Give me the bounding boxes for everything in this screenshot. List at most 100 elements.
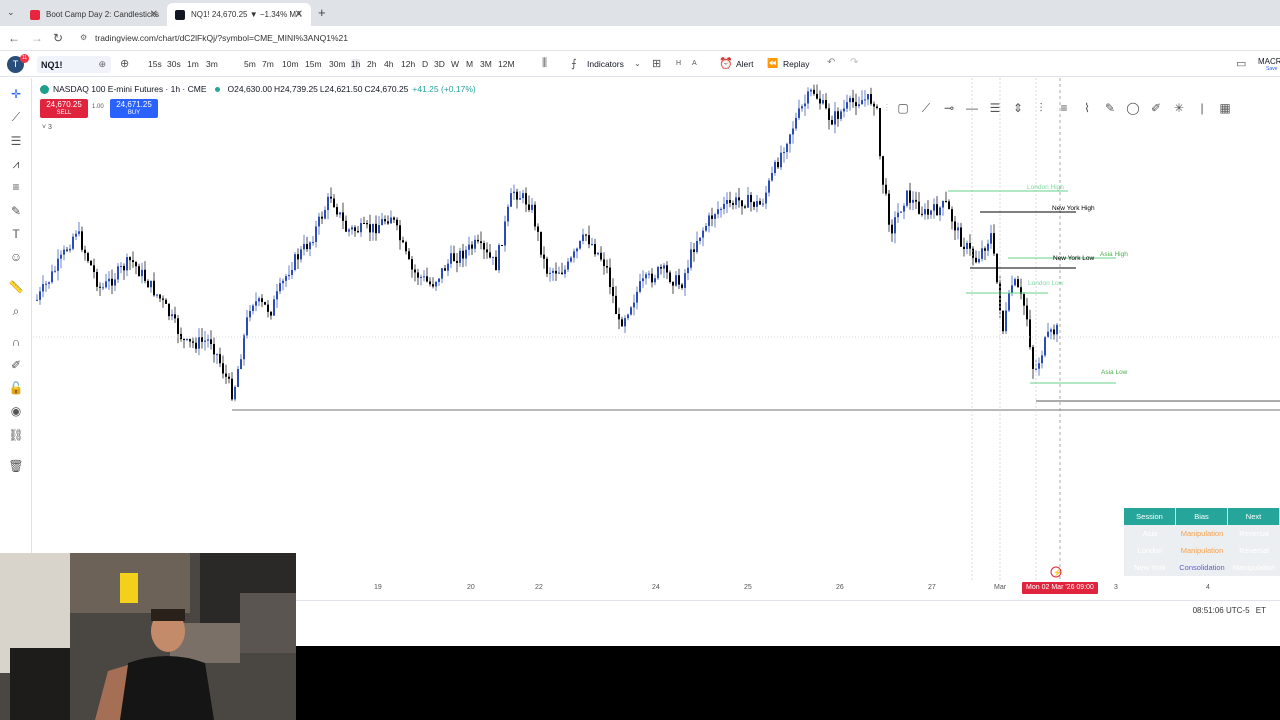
emoji-icon[interactable]: ☺: [8, 249, 24, 265]
candle-body: [231, 378, 233, 400]
trash-icon[interactable]: 🗑: [8, 458, 24, 474]
redo-icon[interactable]: ↷: [850, 57, 858, 68]
candle-body: [1023, 294, 1025, 306]
grid-icon[interactable]: ▦: [1218, 101, 1232, 115]
candle-body: [327, 196, 329, 211]
alert-button[interactable]: Alert: [736, 59, 753, 69]
pattern-icon[interactable]: ⩘: [8, 156, 24, 172]
site-info-icon[interactable]: ⚙: [80, 33, 87, 42]
drag-handle-icon[interactable]: ⋮: [880, 101, 894, 115]
candle-body: [36, 299, 38, 301]
symbol-title[interactable]: NASDAQ 100 E-mini Futures · 1h · CME: [53, 84, 207, 94]
candle-body: [348, 229, 350, 232]
timeframe-12h[interactable]: 12h: [401, 59, 415, 69]
timeframe-7m[interactable]: 7m: [262, 59, 274, 69]
timeframe-D[interactable]: D: [422, 59, 428, 69]
eye-icon[interactable]: ◉: [8, 403, 24, 419]
timeframe-3D[interactable]: 3D: [434, 59, 445, 69]
link-icon[interactable]: ⛓: [8, 427, 24, 443]
range-icon[interactable]: ⇕: [1011, 101, 1025, 115]
indicators-dropdown-icon[interactable]: ⌄: [634, 59, 641, 68]
candle-body: [1029, 319, 1031, 348]
buy-button[interactable]: 24,671.25 BUY: [110, 99, 158, 118]
tradingview-icon: [175, 9, 185, 20]
candle-body: [390, 217, 392, 224]
candlestick-chart[interactable]: London High New York High Asia High New …: [33, 78, 1280, 580]
timeframe-1h[interactable]: 1h: [351, 59, 361, 69]
url-input[interactable]: tradingview.com/chart/dC2lFkQj/?symbol=C…: [95, 33, 348, 43]
timeframe-5m[interactable]: 5m: [244, 59, 256, 69]
magnet-icon[interactable]: ∩: [8, 334, 24, 350]
symbol-search-input[interactable]: NQ1! ⊕: [37, 56, 111, 73]
ellipse-icon[interactable]: ◯: [1126, 101, 1140, 115]
brush-icon[interactable]: ✎: [1103, 101, 1117, 115]
line-icon[interactable]: ⟋: [919, 101, 933, 115]
back-icon[interactable]: ←: [8, 31, 20, 45]
candle-body: [39, 291, 41, 300]
timeframe-1m[interactable]: 1m: [187, 59, 199, 69]
candle-body: [732, 203, 734, 205]
template-a-icon[interactable]: A: [692, 60, 697, 67]
timeframe-2h[interactable]: 2h: [367, 59, 376, 69]
lock-icon[interactable]: 🔓: [8, 380, 24, 396]
position-icon[interactable]: ☰: [988, 101, 1002, 115]
clock[interactable]: 08:51:06 UTC-5: [1193, 606, 1250, 615]
timeframe-15s[interactable]: 15s: [148, 59, 162, 69]
vline-icon[interactable]: ⫶: [1034, 101, 1048, 115]
undo-icon[interactable]: ↶: [827, 57, 835, 68]
timeframe-3m[interactable]: 3m: [206, 59, 218, 69]
tab-menu-icon[interactable]: ⌄: [7, 7, 15, 18]
chart-type-icon[interactable]: ⫼: [542, 57, 547, 70]
channel-icon[interactable]: ≡: [1057, 101, 1071, 115]
timeframe-3M[interactable]: 3M: [480, 59, 492, 69]
timeframe-M[interactable]: M: [466, 59, 473, 69]
alert-icon[interactable]: ⏰: [719, 57, 733, 70]
lock-drawing-icon[interactable]: ✐: [8, 357, 24, 373]
ray-icon[interactable]: ⊸: [942, 101, 956, 115]
path-icon[interactable]: ⌇: [1080, 101, 1094, 115]
gann-icon[interactable]: ✳: [1172, 101, 1186, 115]
fullscreen-icon[interactable]: ▭: [1236, 57, 1246, 70]
indicators-collapse-toggle[interactable]: ˅ 3: [42, 124, 52, 131]
indicators-button[interactable]: Indicators: [587, 59, 624, 69]
timeframe-4h[interactable]: 4h: [384, 59, 393, 69]
brush-icon[interactable]: ✎: [8, 203, 24, 219]
rectangle-icon[interactable]: ▢: [896, 101, 910, 115]
tab-tradingview[interactable]: NQ1! 24,670.25 ▼ −1.34% MA ✕: [167, 3, 311, 26]
replay-icon[interactable]: ⏪: [767, 58, 778, 69]
hline-icon[interactable]: —: [965, 101, 979, 115]
forward-icon[interactable]: →: [31, 31, 43, 45]
compare-add-icon[interactable]: ⊕: [120, 57, 129, 70]
timeframe-10m[interactable]: 10m: [282, 59, 299, 69]
vertical-line-icon[interactable]: |: [1195, 101, 1209, 115]
sell-button[interactable]: 24,670.25 SELL: [40, 99, 88, 118]
price-chart[interactable]: London High New York High Asia High New …: [33, 78, 1280, 580]
candle-body: [87, 253, 89, 261]
tab-bootcamp[interactable]: Boot Camp Day 2: Candlesticks ✕: [22, 3, 166, 26]
fib-icon[interactable]: ☰: [8, 133, 24, 149]
layout-name[interactable]: MACR: [1258, 57, 1280, 66]
timeframe-W[interactable]: W: [451, 59, 459, 69]
prediction-icon[interactable]: ≡: [8, 179, 24, 195]
candle-body: [735, 197, 737, 205]
london-high-label: London High: [1027, 184, 1064, 191]
close-tab-icon[interactable]: ✕: [295, 9, 303, 20]
reload-icon[interactable]: ↻: [53, 31, 63, 45]
replay-button[interactable]: Replay: [783, 59, 809, 69]
timeframe-15m[interactable]: 15m: [305, 59, 322, 69]
crosshair-icon[interactable]: ✛: [8, 86, 24, 102]
timeframe-30m[interactable]: 30m: [329, 59, 346, 69]
text-icon[interactable]: T: [8, 226, 24, 242]
highlighter-icon[interactable]: ✐: [1149, 101, 1163, 115]
timeframe-30s[interactable]: 30s: [167, 59, 181, 69]
timeframe-12M[interactable]: 12M: [498, 59, 515, 69]
candle-body: [339, 212, 341, 215]
zoom-icon[interactable]: ⌕: [8, 303, 24, 319]
close-tab-icon[interactable]: ✕: [150, 9, 158, 20]
trendline-icon[interactable]: ⟋: [8, 109, 24, 125]
template-h-icon[interactable]: H: [676, 60, 681, 67]
indicators-icon[interactable]: ⨍: [571, 57, 577, 70]
ruler-icon[interactable]: 📏: [8, 279, 24, 295]
layout-icon[interactable]: ⊞: [652, 57, 661, 70]
new-tab-icon[interactable]: +: [318, 5, 326, 20]
